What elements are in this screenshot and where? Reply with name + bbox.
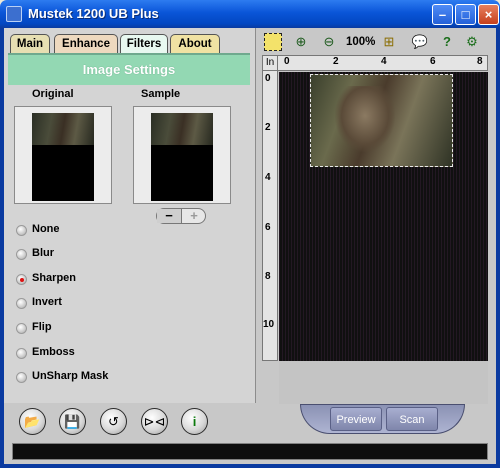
minimize-icon: – bbox=[438, 7, 447, 22]
radio-blur[interactable] bbox=[16, 249, 27, 260]
maximize-button[interactable]: □ bbox=[455, 4, 476, 25]
zoom-level[interactable]: 100% bbox=[346, 36, 375, 48]
scan-button[interactable]: Scan bbox=[386, 407, 438, 431]
preview-footer bbox=[279, 361, 488, 404]
tab-main[interactable]: Main bbox=[10, 34, 50, 54]
filter-label: Invert bbox=[32, 296, 62, 308]
app-icon bbox=[6, 6, 22, 22]
original-thumbnail bbox=[14, 106, 112, 204]
ruler-label: 2 bbox=[265, 122, 271, 133]
settings-icon[interactable]: ⚙ bbox=[463, 33, 481, 51]
ruler-label: 4 bbox=[381, 56, 387, 67]
filter-label: None bbox=[32, 223, 60, 235]
info-icon: i bbox=[192, 414, 197, 429]
radio-unsharp-mask[interactable] bbox=[16, 372, 27, 383]
reset-icon: ↺ bbox=[108, 414, 119, 429]
close-icon: × bbox=[484, 7, 493, 22]
open-button[interactable]: 📂 bbox=[19, 408, 46, 435]
status-bar bbox=[12, 443, 488, 460]
filter-label: Blur bbox=[32, 247, 54, 259]
reset-button[interactable]: ↺ bbox=[100, 408, 127, 435]
sample-label: Sample bbox=[141, 88, 181, 100]
ruler-unit: In bbox=[262, 55, 278, 71]
filter-label: Sharpen bbox=[32, 272, 77, 284]
ruler-label: 0 bbox=[265, 73, 271, 84]
ruler-label: 6 bbox=[430, 56, 436, 67]
help-icon[interactable]: ? bbox=[438, 33, 456, 51]
tab-enhance[interactable]: Enhance bbox=[54, 34, 118, 54]
original-label: Original bbox=[32, 88, 74, 100]
ruler-label: 8 bbox=[265, 271, 271, 282]
info-button[interactable]: i bbox=[181, 408, 208, 435]
ruler-label: 2 bbox=[333, 56, 339, 67]
ruler-label: 0 bbox=[284, 56, 290, 67]
ruler-label: 8 bbox=[477, 56, 483, 67]
frame-icon: ⊳⊲ bbox=[143, 414, 166, 429]
ruler-label: 4 bbox=[265, 172, 271, 183]
save-icon: 💾 bbox=[64, 414, 81, 429]
window-title: Mustek 1200 UB Plus bbox=[28, 6, 159, 21]
increase-button[interactable]: + bbox=[182, 209, 206, 223]
sample-zoom-control: − + bbox=[156, 208, 206, 224]
close-button[interactable]: × bbox=[478, 4, 499, 25]
filter-label: UnSharp Mask bbox=[32, 370, 109, 382]
tab-about[interactable]: About bbox=[170, 34, 220, 54]
vertical-ruler: 0 2 4 6 8 10 bbox=[262, 71, 278, 361]
radio-flip[interactable] bbox=[16, 323, 27, 334]
image-settings-header: Image Settings bbox=[8, 55, 250, 85]
radio-none[interactable] bbox=[16, 225, 27, 236]
scan-controls bbox=[300, 404, 465, 434]
select-area-icon[interactable] bbox=[264, 33, 282, 51]
radio-emboss[interactable] bbox=[16, 348, 27, 359]
sample-thumbnail bbox=[133, 106, 231, 204]
radio-invert[interactable] bbox=[16, 298, 27, 309]
preview-button[interactable]: Preview bbox=[330, 407, 382, 431]
radio-sharpen[interactable] bbox=[16, 274, 27, 285]
preview-image bbox=[335, 86, 395, 152]
maximize-icon: □ bbox=[461, 7, 470, 22]
zoom-in-icon[interactable]: ⊕ bbox=[292, 33, 310, 51]
fit-area-icon[interactable]: ⊞ bbox=[380, 33, 398, 51]
comment-icon[interactable]: 💬 bbox=[411, 33, 429, 51]
filter-label: Emboss bbox=[32, 346, 75, 358]
open-icon: 📂 bbox=[24, 414, 41, 429]
save-button[interactable]: 💾 bbox=[59, 408, 86, 435]
horizontal-ruler: 0 2 4 6 8 bbox=[278, 55, 488, 71]
frame-button[interactable]: ⊳⊲ bbox=[141, 408, 168, 435]
filter-label: Flip bbox=[32, 321, 52, 333]
ruler-label: 10 bbox=[263, 319, 275, 330]
ruler-label: 6 bbox=[265, 222, 271, 233]
zoom-out-icon[interactable]: ⊖ bbox=[320, 33, 338, 51]
minimize-button[interactable]: – bbox=[432, 4, 453, 25]
decrease-button[interactable]: − bbox=[157, 209, 182, 223]
